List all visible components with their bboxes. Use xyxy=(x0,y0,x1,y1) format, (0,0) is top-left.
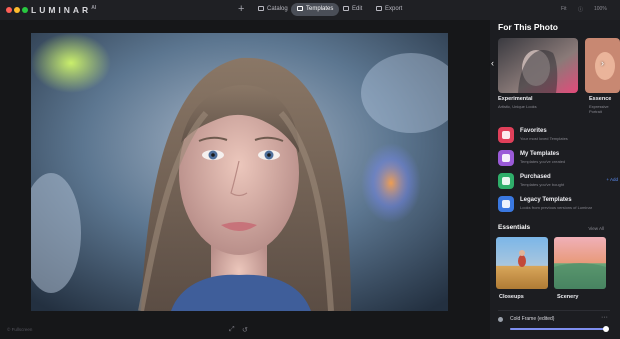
portrait-image xyxy=(31,33,448,311)
slider-track[interactable] xyxy=(510,326,609,332)
tab-templates[interactable]: Templates xyxy=(291,3,340,16)
templates-icon xyxy=(297,6,303,11)
row-title: Purchased xyxy=(520,174,551,180)
row-title: My Templates xyxy=(520,151,560,157)
more-options-icon[interactable]: ··· xyxy=(601,314,608,321)
zoom-window-icon[interactable] xyxy=(22,7,28,13)
fullscreen-hint: © Fullscreen xyxy=(7,327,33,332)
purchased-icon xyxy=(498,173,514,189)
add-photos-button[interactable]: + xyxy=(238,3,244,15)
export-icon xyxy=(376,6,382,11)
row-sub: Your most loved Templates xyxy=(520,136,568,141)
slider-thumb[interactable] xyxy=(603,326,609,332)
card-sub-essence: Expressive Portrait xyxy=(589,104,609,114)
row-title: Legacy Templates xyxy=(520,197,572,203)
row-sub: Templates you've bought xyxy=(520,182,565,187)
essentials-card-closeups[interactable] xyxy=(496,237,548,289)
main-photo[interactable] xyxy=(31,33,448,311)
edit-icon xyxy=(343,6,349,11)
collection-favorites[interactable]: Favorites Your most loved Templates xyxy=(498,127,618,143)
collection-legacy[interactable]: Legacy Templates Looks from previous ver… xyxy=(498,196,618,212)
undo-icon[interactable]: ↺ xyxy=(242,326,248,334)
legacy-icon xyxy=(498,196,514,212)
view-all-link[interactable]: View All xyxy=(588,226,604,231)
info-icon[interactable]: ⓘ xyxy=(578,6,583,13)
row-title: Favorites xyxy=(520,128,547,134)
collection-purchased[interactable]: Purchased Templates you've bought + Add xyxy=(498,173,618,189)
templates-panel: For This Photo ‹ › Experimental Artistic… xyxy=(490,20,620,339)
template-amount-slider[interactable]: Cold Frame (edited) ··· xyxy=(498,314,610,337)
app-logo: LUMINARAI xyxy=(31,5,97,15)
essentials-name-scenery: Scenery xyxy=(557,294,579,300)
card-sub-experimental: Artistic, Unique Looks xyxy=(498,104,537,109)
scenery-thumbnail xyxy=(554,237,606,289)
close-window-icon[interactable] xyxy=(6,7,12,13)
experimental-thumbnail xyxy=(498,38,578,93)
panel-title: For This Photo xyxy=(498,22,558,32)
heart-icon xyxy=(498,127,514,143)
card-name-experimental: Experimental xyxy=(498,96,533,102)
chevron-left-icon[interactable]: ‹ xyxy=(491,58,494,68)
essentials-name-closeups: Closeups xyxy=(499,294,524,300)
zoom-indicator[interactable]: Fit xyxy=(561,6,567,12)
title-bar: LUMINARAI + Catalog Templates Edit Expor… xyxy=(0,0,620,20)
compare-icon[interactable]: ⤢ xyxy=(229,326,235,334)
tab-edit[interactable]: Edit xyxy=(337,3,368,16)
chevron-right-icon[interactable]: › xyxy=(601,58,604,68)
user-templates-icon xyxy=(498,150,514,166)
zoom-percent[interactable]: 100% xyxy=(594,6,607,12)
essentials-title: Essentials xyxy=(498,224,531,231)
closeups-thumbnail xyxy=(496,237,548,289)
minimize-window-icon[interactable] xyxy=(14,7,20,13)
collection-my-templates[interactable]: My Templates Templates you've created xyxy=(498,150,618,166)
row-sub: Looks from previous versions of Luminar xyxy=(520,205,593,210)
applied-template-label: Cold Frame (edited) xyxy=(510,316,555,322)
row-sub: Templates you've created xyxy=(520,159,566,164)
tab-catalog[interactable]: Catalog xyxy=(252,3,294,16)
tab-export[interactable]: Export xyxy=(370,3,408,16)
template-icon xyxy=(498,317,503,322)
template-card-experimental[interactable] xyxy=(498,38,578,93)
add-purchased-button[interactable]: + Add xyxy=(606,177,618,182)
catalog-icon xyxy=(258,6,264,11)
card-name-essence: Essence xyxy=(589,96,612,102)
divider xyxy=(498,310,610,311)
essentials-card-scenery[interactable] xyxy=(554,237,606,289)
slider-fill xyxy=(510,328,606,330)
